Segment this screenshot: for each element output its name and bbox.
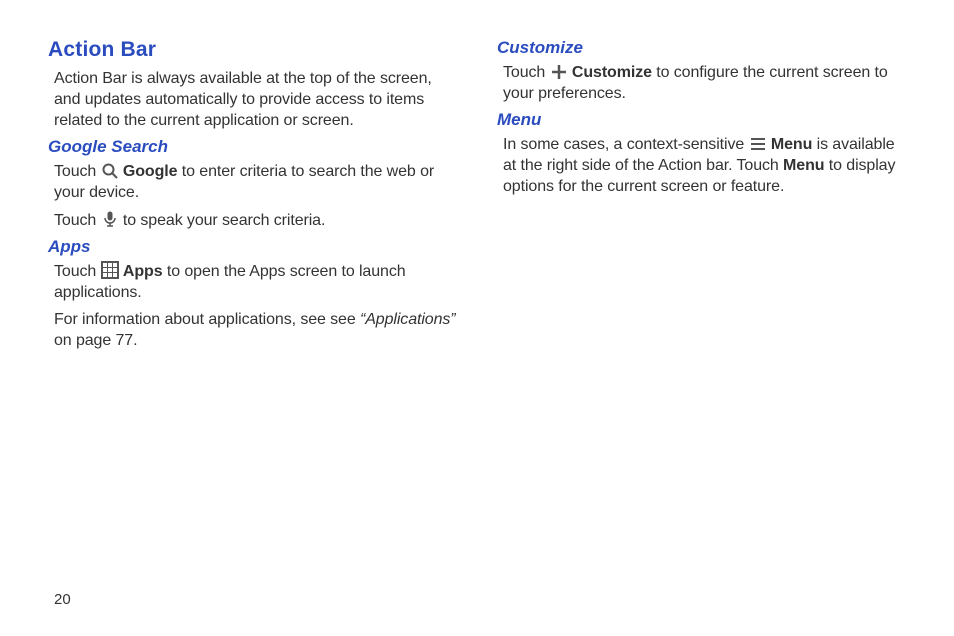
plus-icon xyxy=(550,63,568,81)
subheading-google-search: Google Search xyxy=(48,137,457,157)
applications-reference: “Applications” xyxy=(360,311,456,328)
action-bar-intro: Action Bar is always available at the to… xyxy=(48,68,457,131)
apps-line-1: Touch Apps to open the Apps screen t xyxy=(48,261,457,303)
text-fragment: Touch xyxy=(54,263,101,280)
menu-bold-2: Menu xyxy=(783,157,824,174)
menu-line: In some cases, a context-sensitive Menu … xyxy=(497,134,906,197)
menu-icon xyxy=(749,135,767,153)
text-fragment: In some cases, a context-sensitive xyxy=(503,136,749,153)
subheading-customize: Customize xyxy=(497,38,906,58)
text-fragment: to speak your search criteria. xyxy=(123,212,325,229)
text-fragment: Touch xyxy=(54,212,101,229)
customize-line: Touch Customize to configure the current… xyxy=(497,62,906,104)
page-number: 20 xyxy=(54,591,71,608)
menu-bold-1: Menu xyxy=(771,136,812,153)
apps-line-2: For information about applications, see … xyxy=(48,309,457,351)
text-fragment: Touch xyxy=(54,163,101,180)
text-fragment: For information about applications, see … xyxy=(54,311,360,328)
microphone-icon xyxy=(101,210,119,228)
google-line-2: Touch to speak your search criteria. xyxy=(48,210,457,231)
google-bold: Google xyxy=(123,163,178,180)
google-line-1: Touch Google to enter criteria to search… xyxy=(48,161,457,203)
apps-grid-icon xyxy=(101,261,119,279)
text-fragment: Touch xyxy=(503,64,550,81)
subheading-menu: Menu xyxy=(497,110,906,130)
apps-bold: Apps xyxy=(123,263,163,280)
subheading-apps: Apps xyxy=(48,237,457,257)
left-column: Action Bar Action Bar is always availabl… xyxy=(48,38,457,357)
right-column: Customize Touch Customize to configure t… xyxy=(497,38,906,357)
search-icon xyxy=(101,162,119,180)
text-fragment: on page 77. xyxy=(54,332,137,349)
section-heading-action-bar: Action Bar xyxy=(48,38,457,62)
page-columns: Action Bar Action Bar is always availabl… xyxy=(48,38,906,357)
customize-bold: Customize xyxy=(572,64,652,81)
